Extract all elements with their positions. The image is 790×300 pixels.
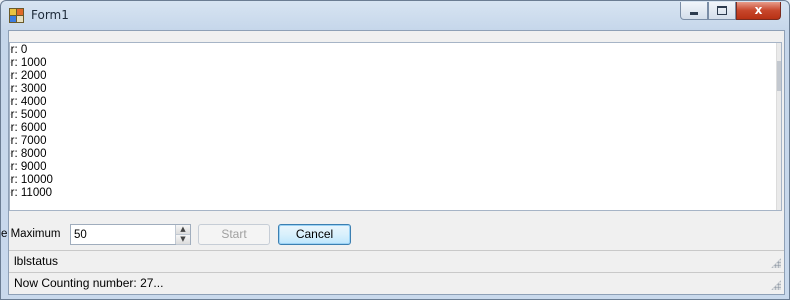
list-item[interactable]: g Number: 8000 <box>10 148 53 161</box>
listbox-scrollbar[interactable] <box>776 43 781 210</box>
caption-buttons: x <box>680 2 781 20</box>
status-strip-label: lblstatus <box>9 250 784 271</box>
status-label: lblstatus <box>14 254 59 268</box>
maximize-button[interactable] <box>708 2 736 20</box>
minimize-button[interactable] <box>680 2 708 20</box>
resize-grip-icon[interactable] <box>771 280 781 290</box>
form-client-area: g Number: 0g Number: 1000g Number: 2000g… <box>1 30 785 295</box>
spin-up-button[interactable]: ▲ <box>176 225 190 235</box>
main-window: Form1 x g Number: 0g Number: 1000g Numbe… <box>0 0 790 300</box>
cancel-button[interactable]: Cancel <box>278 224 351 245</box>
maximize-icon <box>717 6 727 15</box>
close-button[interactable]: x <box>736 2 781 20</box>
count-listbox[interactable]: g Number: 0g Number: 1000g Number: 2000g… <box>9 42 782 211</box>
resize-grip-icon[interactable] <box>771 258 781 268</box>
list-item[interactable]: g Number: 0 <box>10 44 53 57</box>
list-item[interactable]: g Number: 11000 <box>10 187 53 200</box>
list-item[interactable]: g Number: 6000 <box>10 122 53 135</box>
list-item[interactable]: g Number: 5000 <box>10 109 53 122</box>
maximum-input[interactable] <box>71 225 177 244</box>
list-item[interactable]: g Number: 1000 <box>10 57 53 70</box>
status-strip-message: Now Counting number: 27... <box>9 272 784 293</box>
list-item[interactable]: g Number: 7000 <box>10 135 53 148</box>
list-item[interactable]: g Number: 9000 <box>10 161 53 174</box>
list-item[interactable]: g Number: 2000 <box>10 70 53 83</box>
form-app-icon[interactable] <box>9 8 24 23</box>
window-title: Form1 <box>31 8 69 22</box>
spin-down-button[interactable]: ▼ <box>176 235 190 245</box>
maximum-numeric-updown: ▲ ▼ <box>70 224 191 245</box>
maximum-label: e Maximum <box>1 228 61 240</box>
list-item[interactable]: g Number: 4000 <box>10 96 53 109</box>
list-item[interactable]: g Number: 3000 <box>10 83 53 96</box>
start-button[interactable]: Start <box>198 224 270 245</box>
list-item[interactable]: g Number: 10000 <box>10 174 53 187</box>
listbox-items: g Number: 0g Number: 1000g Number: 2000g… <box>10 44 53 200</box>
close-icon: x <box>754 3 763 17</box>
title-bar[interactable]: Form1 x <box>1 1 789 29</box>
minimize-icon <box>690 12 698 15</box>
status-message: Now Counting number: 27... <box>14 276 164 290</box>
spin-buttons: ▲ ▼ <box>175 225 190 245</box>
scrollbar-thumb[interactable] <box>777 61 781 91</box>
